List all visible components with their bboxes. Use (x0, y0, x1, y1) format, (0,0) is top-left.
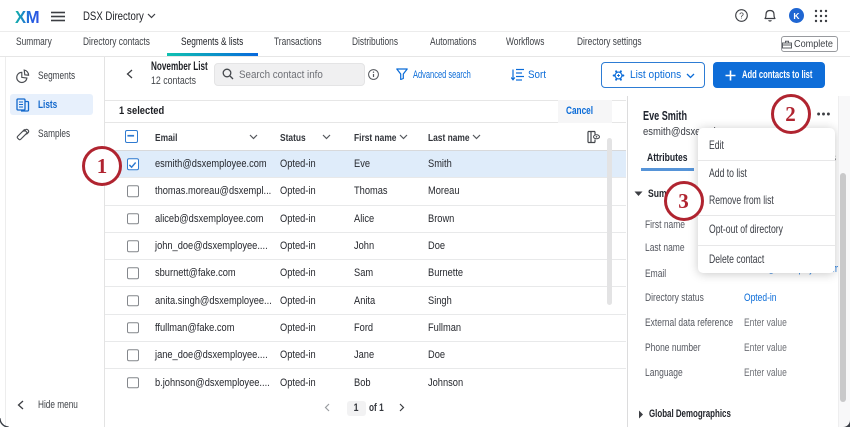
svg-text:?: ? (739, 10, 744, 20)
